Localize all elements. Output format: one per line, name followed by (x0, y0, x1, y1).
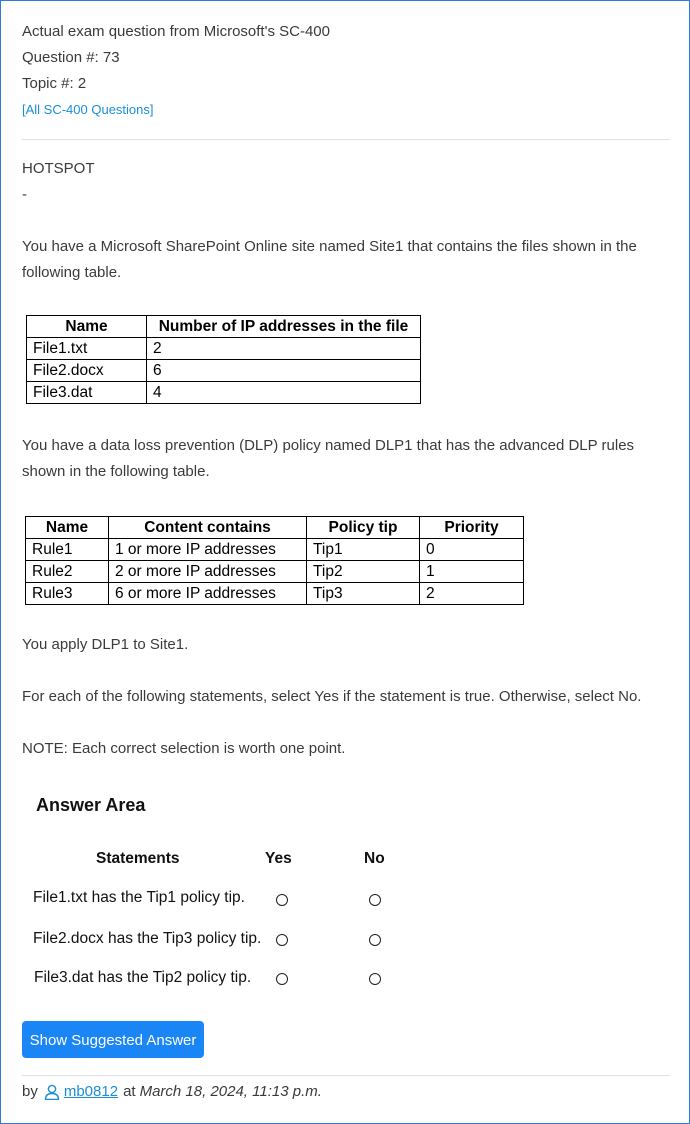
rule-priority: 2 (419, 582, 524, 605)
question-card: Actual exam question from Microsoft's SC… (0, 0, 690, 1124)
rules-header-name: Name (25, 516, 109, 539)
table-row: File3.dat 4 (26, 381, 421, 404)
rules-table-header: Name Content contains Policy tip Priorit… (25, 516, 524, 539)
rule-content: 1 or more IP addresses (108, 538, 307, 561)
no-header: No (364, 850, 385, 867)
rule-policy-tip: Tip2 (306, 560, 420, 583)
rule-content: 2 or more IP addresses (108, 560, 307, 583)
rule-policy-tip: Tip3 (306, 582, 420, 605)
files-header-name: Name (26, 315, 147, 338)
yes-header: Yes (265, 850, 292, 867)
statement-1-yes-radio[interactable] (276, 894, 288, 906)
user-icon (44, 1084, 60, 1100)
table-row: Rule3 6 or more IP addresses Tip3 2 (25, 582, 524, 605)
question-dash: - (22, 186, 27, 203)
file-ip-count: 6 (146, 359, 421, 382)
rule-priority: 0 (419, 538, 524, 561)
question-type: HOTSPOT (22, 160, 95, 177)
rule-name: Rule3 (25, 582, 109, 605)
answer-area-title: Answer Area (36, 795, 146, 815)
question-intro: You have a Microsoft SharePoint Online s… (22, 238, 637, 281)
rule-content: 6 or more IP addresses (108, 582, 307, 605)
statement-1: File1.txt has the Tip1 policy tip. (33, 889, 245, 906)
statement-2-no-radio[interactable] (369, 934, 381, 946)
author-link[interactable]: mb0812 (64, 1083, 118, 1100)
rules-header-policy-tip: Policy tip (306, 516, 420, 539)
byline-by: by (22, 1083, 38, 1100)
files-table: Name Number of IP addresses in the file … (26, 315, 421, 404)
file-ip-count: 2 (146, 337, 421, 360)
show-suggested-answer-button[interactable]: Show Suggested Answer (22, 1021, 204, 1058)
statement-3: File3.dat has the Tip2 policy tip. (34, 969, 252, 986)
all-questions-link[interactable]: [All SC-400 Questions] (22, 102, 154, 117)
divider (22, 1075, 670, 1076)
statement-3-yes-radio[interactable] (276, 973, 288, 985)
apply-statement: You apply DLP1 to Site1. (22, 636, 189, 653)
table-row: File1.txt 2 (26, 337, 421, 360)
rule-priority: 1 (419, 560, 524, 583)
byline-at: at (123, 1083, 136, 1100)
rules-header-priority: Priority (419, 516, 524, 539)
rules-header-content: Content contains (108, 516, 307, 539)
instruction: For each of the following statements, se… (22, 688, 642, 705)
table-row: Rule2 2 or more IP addresses Tip2 1 (25, 560, 524, 583)
rule-policy-tip: Tip1 (306, 538, 420, 561)
byline: by mb0812 at March 18, 2024, 11:13 p.m. (22, 1083, 322, 1100)
files-header-ip-count: Number of IP addresses in the file (146, 315, 421, 338)
note: NOTE: Each correct selection is worth on… (22, 740, 346, 757)
question-number: Question #: 73 (22, 49, 120, 66)
post-date: March 18, 2024, 11:13 p.m. (139, 1083, 322, 1100)
file-ip-count: 4 (146, 381, 421, 404)
table-row: Rule1 1 or more IP addresses Tip1 0 (25, 538, 524, 561)
statement-3-no-radio[interactable] (369, 973, 381, 985)
rules-table: Name Content contains Policy tip Priorit… (25, 516, 524, 605)
statement-2-yes-radio[interactable] (276, 934, 288, 946)
exam-source: Actual exam question from Microsoft's SC… (22, 23, 330, 40)
statement-1-no-radio[interactable] (369, 894, 381, 906)
file-name: File1.txt (26, 337, 147, 360)
dlp-intro: You have a data loss prevention (DLP) po… (22, 437, 635, 480)
divider (22, 139, 670, 140)
rule-name: Rule2 (25, 560, 109, 583)
statements-header: Statements (96, 850, 180, 867)
rule-name: Rule1 (25, 538, 109, 561)
topic-number: Topic #: 2 (22, 75, 87, 92)
files-table-header: Name Number of IP addresses in the file (26, 315, 421, 338)
table-row: File2.docx 6 (26, 359, 421, 382)
file-name: File2.docx (26, 359, 147, 382)
statement-2: File2.docx has the Tip3 policy tip. (33, 930, 262, 947)
file-name: File3.dat (26, 381, 147, 404)
